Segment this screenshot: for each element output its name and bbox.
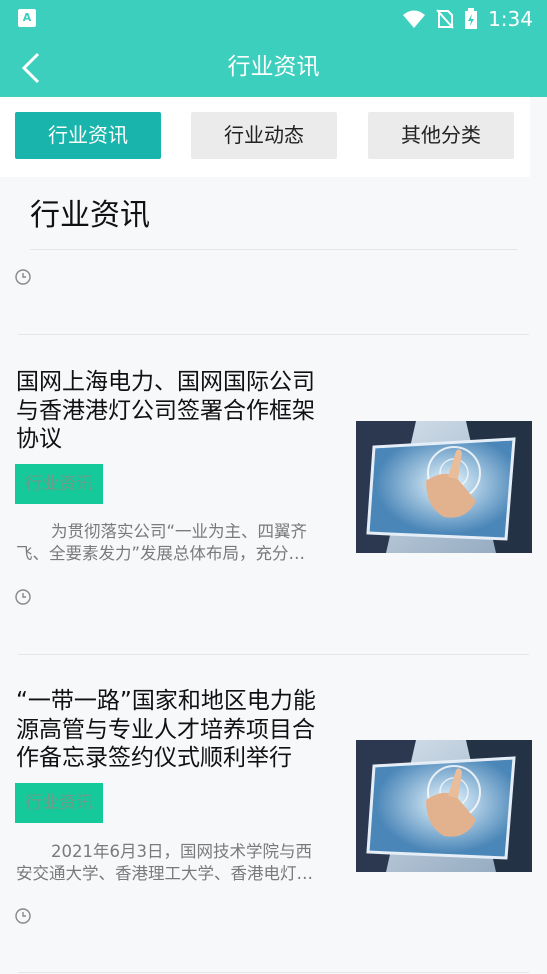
article-title-line: 源高管与专业人才培养项目合 [16, 716, 315, 743]
page-title: 行业资讯 [227, 54, 320, 80]
article-title-line: 协议 [16, 426, 62, 452]
app-notification-icon: A [18, 9, 36, 27]
article-summary: 2021年6月3日，国网技术学院与西 安交通大学、香港理工大学、香港电灯… [16, 841, 341, 885]
category-tag: 行业资讯 [15, 783, 103, 823]
tab-industry-news[interactable]: 行业资讯 [15, 112, 161, 159]
article-title-line: 作备忘录签约仪式顺利举行 [16, 745, 292, 771]
category-tabs: 行业资讯 行业动态 其他分类 [0, 97, 530, 177]
no-sim-icon [436, 9, 454, 29]
summary-line: 2021年6月3日，国网技术学院与西 [51, 842, 312, 861]
clock-icon [15, 908, 31, 924]
summary-line: 为贯彻落实公司“一业为主、四翼齐 [51, 522, 308, 541]
status-time: 1:34 [488, 7, 533, 31]
status-icons: 1:34 [402, 6, 533, 32]
touchscreen-hand-image [356, 421, 532, 553]
article-title[interactable]: 国网上海电力、国网国际公司 与香港港灯公司签署合作框架 协议 [16, 368, 341, 454]
tab-industry-dynamics[interactable]: 行业动态 [191, 112, 337, 159]
article-title-line: 国网上海电力、国网国际公司 [16, 369, 315, 395]
divider [18, 654, 529, 655]
battery-charging-icon [465, 8, 478, 29]
summary-line: 飞、全要素发力”发展总体布局，充分… [16, 544, 306, 563]
article-thumbnail[interactable] [356, 421, 532, 553]
article-summary: 为贯彻落实公司“一业为主、四翼齐 飞、全要素发力”发展总体布局，充分… [16, 521, 341, 565]
wifi-icon [403, 10, 426, 28]
article-thumbnail[interactable] [356, 740, 532, 872]
tab-other-categories[interactable]: 其他分类 [368, 112, 514, 159]
touchscreen-hand-image [356, 740, 532, 872]
category-tag: 行业资讯 [15, 464, 103, 504]
divider [18, 972, 529, 973]
app-bar: 行业资讯 [0, 38, 547, 97]
clock-icon [15, 269, 31, 285]
article-title-line: “一带一路”国家和地区电力能 [16, 688, 316, 714]
divider [18, 334, 529, 335]
article-title-line: 与香港港灯公司签署合作框架 [16, 397, 315, 424]
summary-line: 安交通大学、香港理工大学、香港电灯… [16, 864, 313, 883]
article-title[interactable]: “一带一路”国家和地区电力能 源高管与专业人才培养项目合 作备忘录签约仪式顺利举… [16, 687, 341, 773]
status-bar: A 1:34 [0, 0, 547, 38]
divider [30, 249, 517, 250]
section-title: 行业资讯 [30, 198, 150, 233]
clock-icon [15, 589, 31, 605]
